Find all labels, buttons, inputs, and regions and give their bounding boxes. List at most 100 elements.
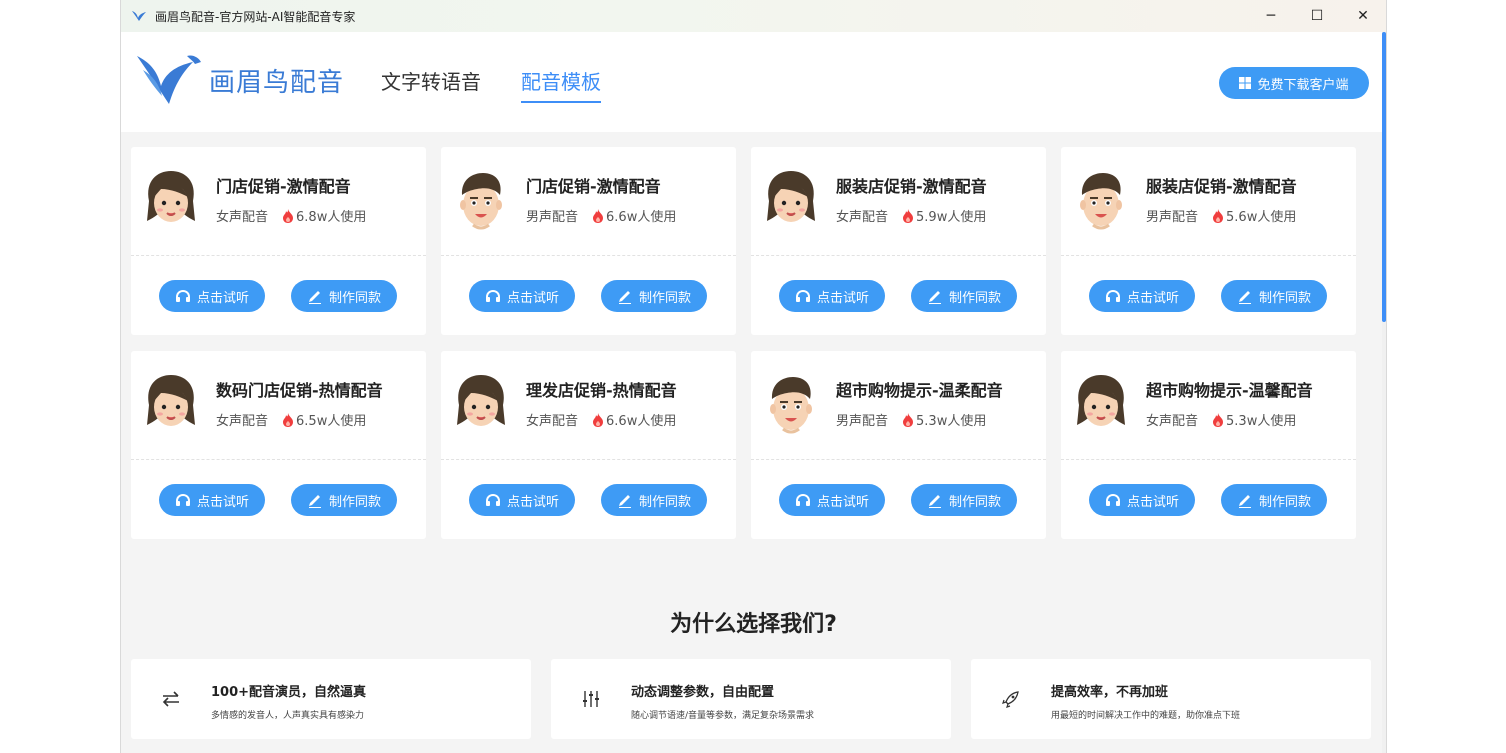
fire-icon <box>282 208 294 223</box>
template-meta: 女声配音 6.6w人使用 <box>526 410 676 429</box>
headphones-icon <box>175 289 197 303</box>
make-same-button[interactable]: 制作同款 <box>911 484 1017 516</box>
bird-app-icon <box>131 8 147 24</box>
feature-desc: 随心调节语速/音量等参数，满足复杂场景需求 <box>631 711 815 721</box>
maximize-button[interactable]: ☐ <box>1294 0 1340 32</box>
edit-icon <box>307 288 329 304</box>
listen-button[interactable]: 点击试听 <box>779 484 885 516</box>
edit-icon <box>1237 492 1259 508</box>
template-meta: 男声配音 5.3w人使用 <box>836 410 986 429</box>
listen-button[interactable]: 点击试听 <box>159 280 265 312</box>
template-meta: 男声配音 5.6w人使用 <box>1146 206 1296 225</box>
edit-icon <box>1237 288 1259 304</box>
template-title[interactable]: 超市购物提示-温柔配音 <box>836 377 1003 401</box>
female-avatar-icon <box>451 371 511 435</box>
fire-icon <box>1212 412 1224 427</box>
listen-button[interactable]: 点击试听 <box>159 484 265 516</box>
make-label: 制作同款 <box>1258 494 1311 510</box>
template-title[interactable]: 门店促销-激情配音 <box>526 173 661 197</box>
card-divider <box>441 255 736 256</box>
download-label: 免费下载客户端 <box>1257 77 1349 93</box>
template-title[interactable]: 服装店促销-激情配音 <box>1146 173 1297 197</box>
usage-count: 6.8w人使用 <box>296 210 367 225</box>
make-same-button[interactable]: 制作同款 <box>911 280 1017 312</box>
headphones-icon <box>795 493 817 507</box>
fire-icon <box>592 412 604 427</box>
card-divider <box>131 459 426 460</box>
edit-icon <box>617 288 639 304</box>
template-card[interactable]: 超市购物提示-温馨配音 女声配音 5.3w人使用 点击试听 制作同款 <box>1061 351 1356 539</box>
make-label: 制作同款 <box>328 494 381 510</box>
voice-gender: 男声配音 <box>1146 210 1199 225</box>
edit-icon <box>307 492 329 508</box>
make-same-button[interactable]: 制作同款 <box>1221 280 1327 312</box>
female-avatar-icon <box>141 167 201 231</box>
listen-button[interactable]: 点击试听 <box>1089 280 1195 312</box>
listen-label: 点击试听 <box>196 290 249 306</box>
voice-gender: 女声配音 <box>216 210 269 225</box>
site-header: 画眉鸟配音 文字转语音 配音模板 免费下载客户端 <box>121 32 1386 132</box>
make-same-button[interactable]: 制作同款 <box>291 484 397 516</box>
make-label: 制作同款 <box>948 494 1001 510</box>
make-same-button[interactable]: 制作同款 <box>291 280 397 312</box>
template-title[interactable]: 门店促销-激情配音 <box>216 173 351 197</box>
voice-gender: 女声配音 <box>216 414 269 429</box>
fire-icon <box>902 208 914 223</box>
listen-button[interactable]: 点击试听 <box>469 280 575 312</box>
fire-icon <box>282 412 294 427</box>
fire-icon <box>902 412 914 427</box>
male-avatar-icon <box>1071 167 1131 231</box>
template-card[interactable]: 理发店促销-热情配音 女声配音 6.6w人使用 点击试听 制作同款 <box>441 351 736 539</box>
feature-card: 动态调整参数，自由配置 随心调节语速/音量等参数，满足复杂场景需求 <box>551 659 951 739</box>
make-same-button[interactable]: 制作同款 <box>1221 484 1327 516</box>
edit-icon <box>617 492 639 508</box>
template-card[interactable]: 门店促销-激情配音 女声配音 6.8w人使用 点击试听 制作同款 <box>131 147 426 335</box>
logo[interactable]: 画眉鸟配音 <box>135 52 344 108</box>
minimize-button[interactable]: ─ <box>1248 0 1294 32</box>
template-card[interactable]: 门店促销-激情配音 男声配音 6.6w人使用 点击试听 制作同款 <box>441 147 736 335</box>
template-meta: 女声配音 5.3w人使用 <box>1146 410 1296 429</box>
listen-label: 点击试听 <box>816 290 869 306</box>
template-meta: 男声配音 6.6w人使用 <box>526 206 676 225</box>
app-window: 画眉鸟配音-官方网站-AI智能配音专家 ─ ☐ ✕ 画眉鸟配音 文字转语音 配音… <box>120 0 1387 753</box>
scrollbar-thumb[interactable] <box>1382 32 1386 322</box>
template-card[interactable]: 服装店促销-激情配音 男声配音 5.6w人使用 点击试听 制作同款 <box>1061 147 1356 335</box>
template-title[interactable]: 理发店促销-热情配音 <box>526 377 677 401</box>
download-client-button[interactable]: 免费下载客户端 <box>1219 67 1369 99</box>
nav-text-to-speech[interactable]: 文字转语音 <box>381 66 481 103</box>
male-avatar-icon <box>761 371 821 435</box>
make-same-button[interactable]: 制作同款 <box>601 484 707 516</box>
template-card[interactable]: 超市购物提示-温柔配音 男声配音 5.3w人使用 点击试听 制作同款 <box>751 351 1046 539</box>
nav-voice-templates[interactable]: 配音模板 <box>521 66 601 103</box>
card-divider <box>131 255 426 256</box>
card-divider <box>751 459 1046 460</box>
female-avatar-icon <box>761 167 821 231</box>
feature-card: 提高效率，不再加班 用最短的时间解决工作中的难题，助你准点下班 <box>971 659 1371 739</box>
template-title[interactable]: 超市购物提示-温馨配音 <box>1146 377 1313 401</box>
feature-title: 提高效率，不再加班 <box>1051 685 1169 700</box>
template-card[interactable]: 数码门店促销-热情配音 女声配音 6.5w人使用 点击试听 制作同款 <box>131 351 426 539</box>
listen-button[interactable]: 点击试听 <box>779 280 885 312</box>
main-nav: 文字转语音 配音模板 <box>381 66 641 103</box>
listen-button[interactable]: 点击试听 <box>1089 484 1195 516</box>
listen-label: 点击试听 <box>1126 290 1179 306</box>
headphones-icon <box>485 493 507 507</box>
headphones-icon <box>1105 289 1127 303</box>
female-avatar-icon <box>1071 371 1131 435</box>
why-choose-us-title: 为什么选择我们? <box>670 612 837 637</box>
close-button[interactable]: ✕ <box>1340 0 1386 32</box>
listen-button[interactable]: 点击试听 <box>469 484 575 516</box>
template-title[interactable]: 服装店促销-激情配音 <box>836 173 987 197</box>
template-card[interactable]: 服装店促销-激情配音 女声配音 5.9w人使用 点击试听 制作同款 <box>751 147 1046 335</box>
make-same-button[interactable]: 制作同款 <box>601 280 707 312</box>
feature-desc: 用最短的时间解决工作中的难题，助你准点下班 <box>1051 711 1241 721</box>
usage-count: 6.6w人使用 <box>606 414 677 429</box>
title-bar: 画眉鸟配音-官方网站-AI智能配音专家 ─ ☐ ✕ <box>121 0 1386 32</box>
usage-count: 5.9w人使用 <box>916 210 987 225</box>
card-divider <box>1061 459 1356 460</box>
template-title[interactable]: 数码门店促销-热情配音 <box>216 377 383 401</box>
make-label: 制作同款 <box>328 290 381 306</box>
listen-label: 点击试听 <box>1126 494 1179 510</box>
headphones-icon <box>175 493 197 507</box>
card-divider <box>1061 255 1356 256</box>
